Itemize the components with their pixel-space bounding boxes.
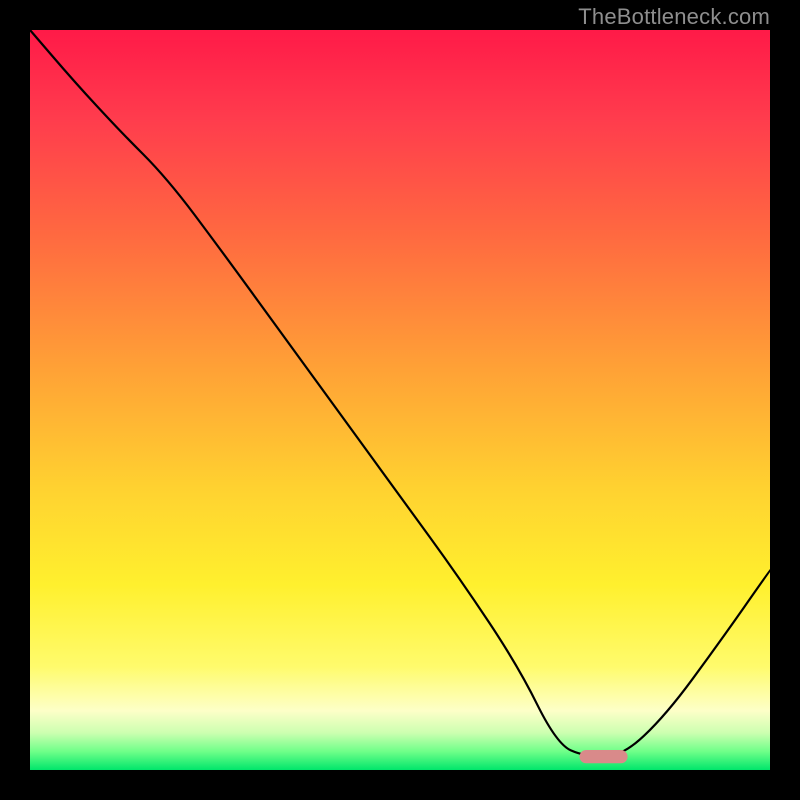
chart-overlay [30,30,770,770]
bottleneck-curve [30,30,770,757]
optimal-marker [580,750,628,763]
attribution-text: TheBottleneck.com [578,4,770,30]
chart-container: TheBottleneck.com [0,0,800,800]
